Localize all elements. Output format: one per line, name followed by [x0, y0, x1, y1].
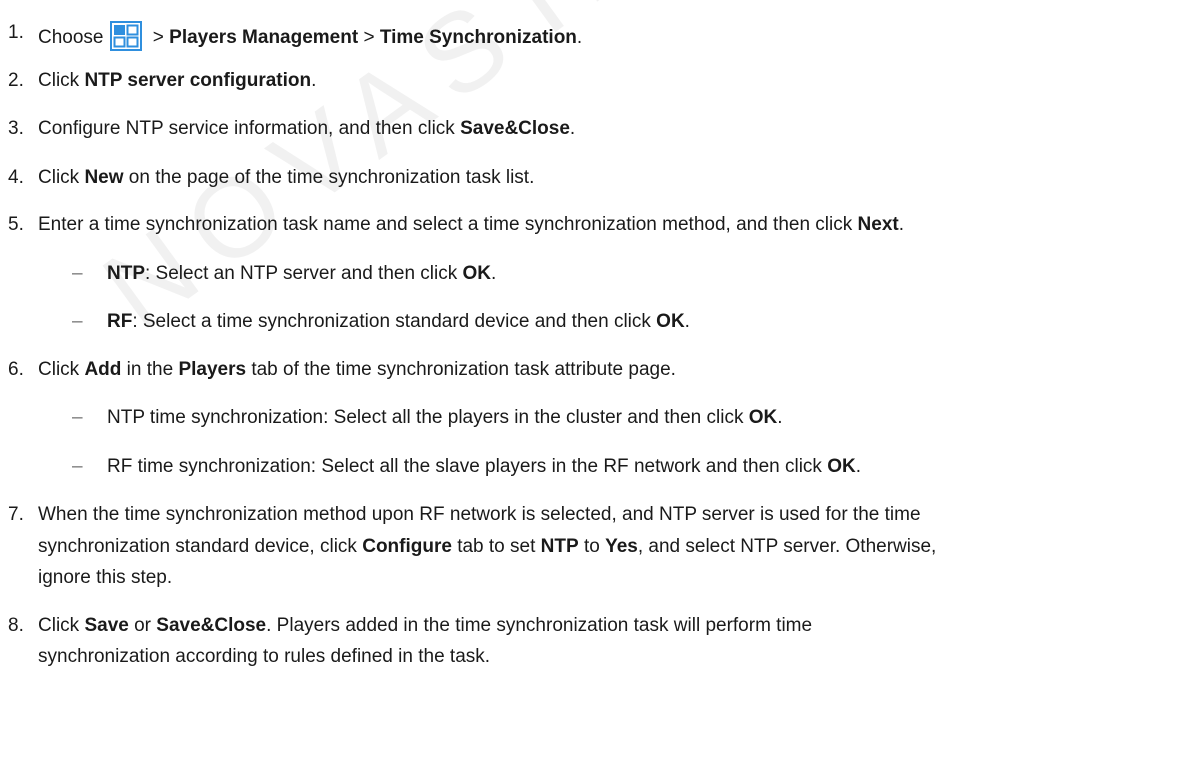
step-text: Click	[38, 359, 85, 380]
step-text: tab to set	[451, 536, 541, 557]
step-number: 4.	[8, 167, 24, 188]
separator: >	[358, 27, 380, 48]
app-menu-icon	[109, 21, 142, 51]
step-text: in the	[121, 359, 179, 380]
period: .	[777, 407, 783, 428]
period: .	[684, 311, 690, 332]
step-text: RF time synchronization: Select all the …	[107, 456, 828, 477]
step-text: Configure NTP service information, and t…	[38, 118, 461, 139]
ui-term: Save&Close	[156, 615, 267, 636]
period: .	[898, 214, 905, 235]
period: .	[855, 456, 861, 477]
step-number: 2.	[8, 70, 24, 91]
step-number: 7.	[8, 504, 24, 525]
ui-term: OK	[462, 263, 492, 284]
ui-term: NTP	[107, 263, 145, 284]
dash-bullet: –	[72, 263, 83, 284]
ui-term: OK	[827, 456, 856, 477]
separator: >	[147, 27, 170, 48]
period: .	[311, 70, 317, 91]
step-text: ignore this step.	[38, 567, 173, 588]
step-text: tab of the time synchronization task att…	[246, 359, 676, 380]
dash-bullet: –	[72, 407, 83, 428]
ui-term: Yes	[605, 536, 638, 557]
step-text: synchronization according to rules defin…	[38, 646, 491, 667]
step-number: 1.	[8, 22, 24, 43]
step-text: on the page of the time synchronization …	[123, 167, 535, 188]
ui-term: Configure	[362, 536, 452, 557]
ui-term: Save&Close	[460, 118, 570, 139]
ui-term: NTP server configuration	[84, 70, 312, 91]
step-text: synchronization standard device, click	[38, 536, 363, 557]
step-text: When the time synchronization method upo…	[38, 504, 921, 525]
step-text: to	[578, 536, 606, 557]
ui-term: Save	[84, 615, 129, 636]
ui-term: OK	[748, 407, 778, 428]
step-text: . Players added in the time synchronizat…	[266, 615, 813, 636]
period: .	[576, 27, 583, 48]
ui-term: Add	[84, 359, 122, 380]
step-text: , and select NTP server. Otherwise,	[637, 536, 937, 557]
ui-term: Next	[857, 214, 899, 235]
step-text: Click	[38, 70, 85, 91]
ui-term: Players	[178, 359, 247, 380]
ui-term: OK	[656, 311, 685, 332]
step-text: NTP time synchronization: Select all the…	[107, 407, 749, 428]
ui-term: NTP	[540, 536, 579, 557]
dash-bullet: –	[72, 456, 83, 477]
step-number: 5.	[8, 214, 24, 235]
step-text: Click	[38, 615, 85, 636]
menu-path-players-management: Players Management	[169, 27, 359, 48]
step-text: Enter a time synchronization task name a…	[38, 214, 858, 235]
menu-path-time-synchronization: Time Synchronization	[379, 27, 577, 48]
step-text: : Select a time synchronization standard…	[132, 311, 657, 332]
step-text: or	[128, 615, 157, 636]
step-number: 8.	[8, 615, 24, 636]
step-number: 6.	[8, 359, 24, 380]
step-text: Click	[38, 167, 85, 188]
period: .	[491, 263, 497, 284]
period: .	[569, 118, 576, 139]
step-text: : Select an NTP server and then click	[145, 263, 463, 284]
step-text: Choose	[38, 27, 104, 48]
step-number: 3.	[8, 118, 24, 139]
ui-term: RF	[107, 311, 133, 332]
ui-term: New	[84, 167, 124, 188]
dash-bullet: –	[72, 311, 83, 332]
